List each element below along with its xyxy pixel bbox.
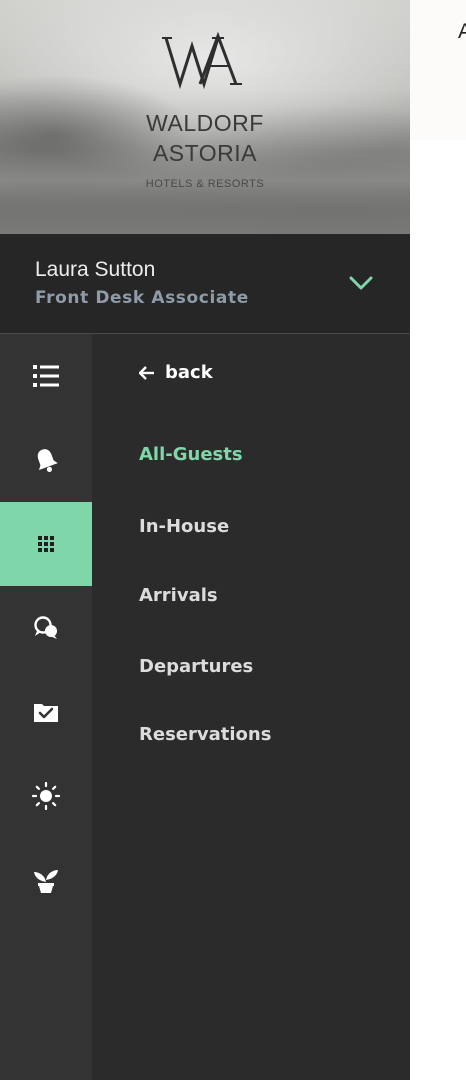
rail-item-menu[interactable]	[0, 334, 92, 418]
main-header: A	[410, 0, 466, 140]
bell-icon	[37, 449, 58, 472]
submenu-item-reservations[interactable]: Reservations	[139, 724, 271, 745]
chat-bubbles-icon	[34, 616, 57, 639]
chevron-down-icon	[349, 276, 373, 290]
sun-icon	[32, 782, 60, 810]
brand-header: WALDORF ASTORIA HOTELS & RESORTS	[0, 0, 410, 234]
grid-icon	[38, 536, 54, 552]
rail-item-weather[interactable]	[0, 754, 92, 838]
page-title: A	[458, 20, 466, 43]
brand-tagline: HOTELS & RESORTS	[145, 178, 265, 190]
folder-check-icon	[34, 704, 58, 722]
rail-item-tasks[interactable]	[0, 670, 92, 754]
sidebar: WALDORF ASTORIA HOTELS & RESORTS Laura S…	[0, 0, 410, 1080]
submenu-item-all-guests[interactable]: All-Guests	[139, 444, 243, 465]
menu-list-icon	[33, 365, 59, 387]
user-menu-toggle[interactable]	[346, 272, 376, 294]
user-name: Laura Sutton	[35, 258, 156, 281]
back-label: back	[165, 362, 213, 383]
user-role: Front Desk Associate	[35, 288, 249, 308]
icon-rail	[0, 334, 92, 1080]
submenu-item-departures[interactable]: Departures	[139, 656, 253, 677]
brand-name-line1: WALDORF	[146, 110, 264, 136]
rail-item-wellness[interactable]	[0, 838, 92, 922]
waldorf-astoria-logo	[162, 32, 242, 90]
submenu-item-in-house[interactable]: In-House	[139, 516, 229, 537]
arrow-left-icon	[139, 366, 154, 380]
plant-icon	[34, 870, 58, 893]
rail-item-messages[interactable]	[0, 586, 92, 670]
rail-item-notifications[interactable]	[0, 418, 92, 502]
user-profile: Laura Sutton Front Desk Associate	[0, 234, 410, 334]
guests-submenu: back All-Guests In-House Arrivals Depart…	[92, 334, 410, 1080]
brand-name-line2: ASTORIA	[152, 140, 258, 166]
submenu-item-arrivals[interactable]: Arrivals	[139, 585, 218, 606]
rail-item-guests[interactable]	[0, 502, 92, 586]
main-content: A	[410, 0, 466, 1080]
